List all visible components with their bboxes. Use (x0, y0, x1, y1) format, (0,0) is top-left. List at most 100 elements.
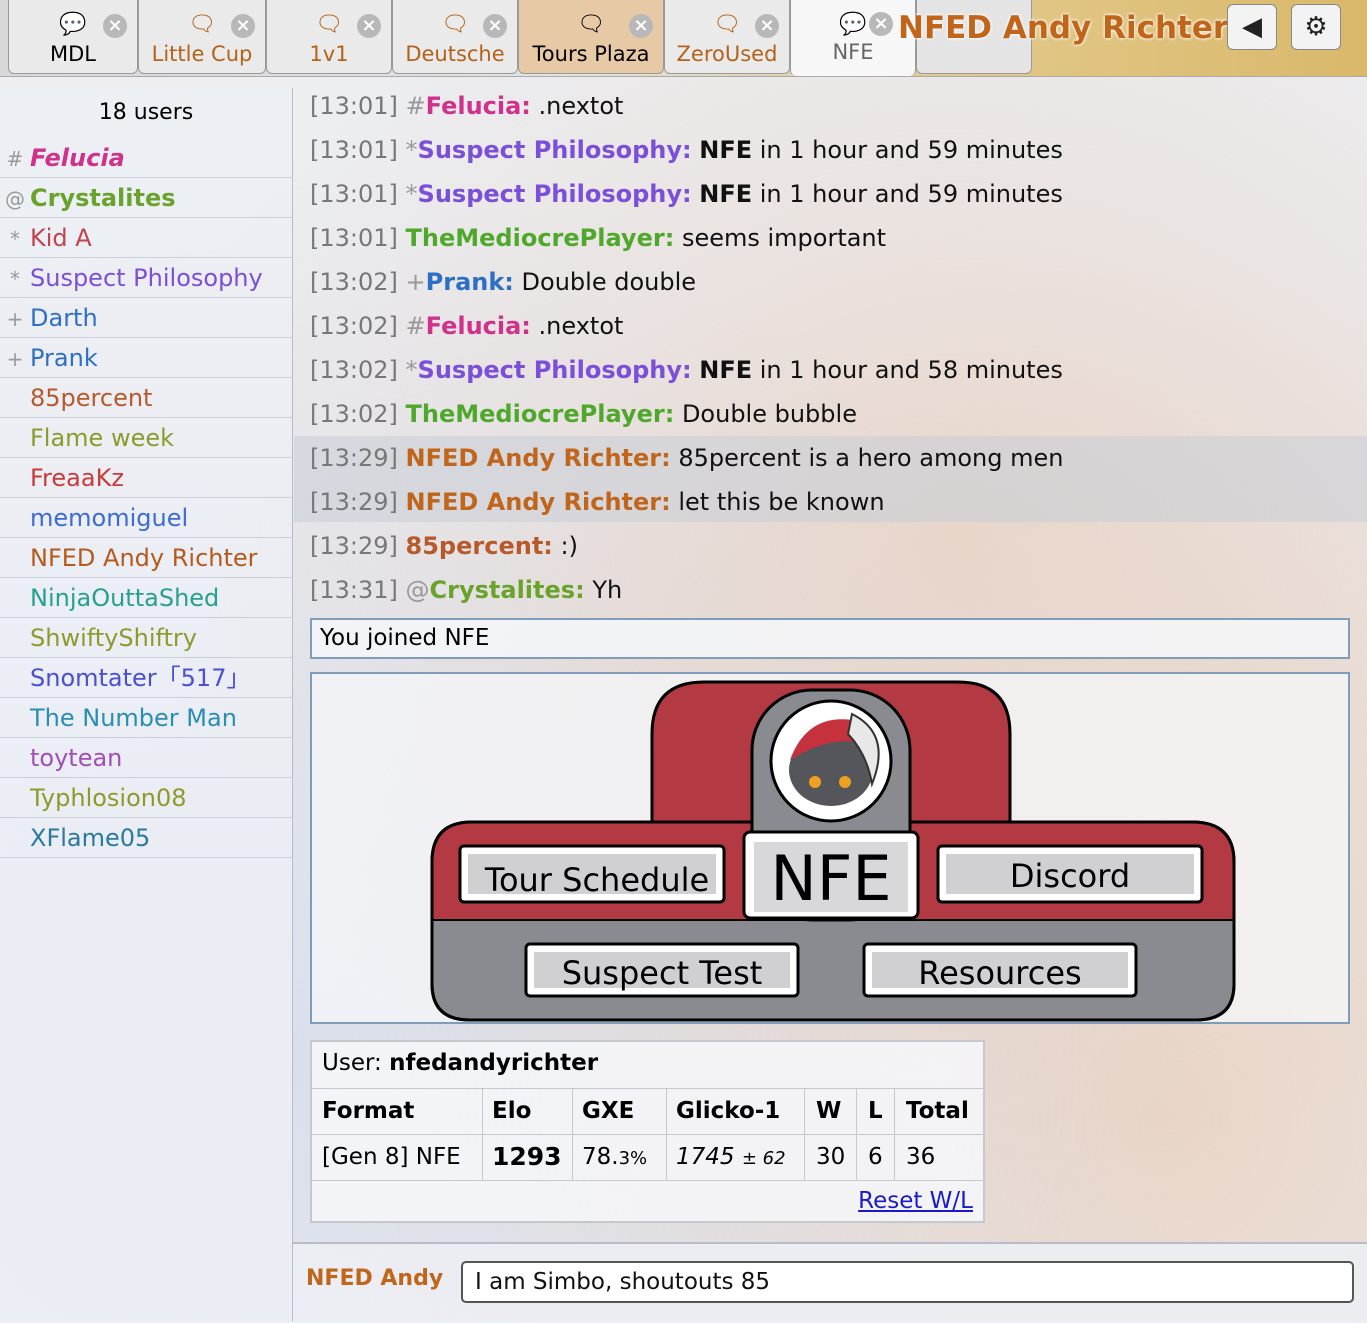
chat-message: [13:01] TheMediocrePlayer: seems importa… (310, 223, 886, 253)
tab-little-cup[interactable]: 🗨 Little Cup × (138, 0, 266, 74)
close-icon[interactable]: × (357, 14, 381, 38)
tab-mdl[interactable]: 💬 MDL × (8, 0, 138, 74)
tab-label: NFE (832, 40, 874, 64)
user-name[interactable]: Typhlosion08 (30, 784, 187, 812)
user-list-item[interactable]: + Darth (0, 298, 292, 338)
user-list-item[interactable]: Snomtater「517」 (0, 658, 292, 698)
cell-elo: 1293 (492, 1142, 562, 1171)
chat-input[interactable] (461, 1261, 1354, 1303)
user-name[interactable]: ShwiftyShiftry (30, 624, 197, 652)
message-author[interactable]: Suspect Philosophy: (418, 356, 692, 384)
chat-users-icon: 💬 (839, 12, 867, 37)
user-name[interactable]: 85percent (30, 384, 152, 412)
close-icon[interactable]: × (755, 14, 779, 38)
user-list-item[interactable]: * Kid A (0, 218, 292, 258)
close-icon[interactable]: × (629, 14, 653, 38)
message-author[interactable]: NFED Andy Richter: (406, 444, 671, 472)
col-elo: Elo (492, 1098, 532, 1124)
message-author[interactable]: Crystalites: (430, 576, 585, 604)
message-author[interactable]: 85percent: (406, 532, 553, 560)
chat-message: [13:29] 85percent: :) (310, 531, 578, 561)
gear-icon[interactable]: ⚙ (1291, 4, 1341, 50)
discord-button[interactable]: Discord (936, 844, 1204, 904)
tab-tours-plaza[interactable]: 🗨 Tours Plaza × (518, 0, 664, 74)
tab-deutsche[interactable]: 🗨 Deutsche × (392, 0, 518, 74)
close-icon[interactable]: × (231, 14, 255, 38)
user-name[interactable]: Darth (30, 304, 98, 332)
ladder-stats: User: nfedandyrichter Format Elo GXE Gli… (310, 1040, 985, 1223)
timestamp: [13:31] (310, 576, 398, 604)
col-gxe: GXE (582, 1098, 635, 1124)
user-list-item[interactable]: Flame week (0, 418, 292, 458)
user-list-item[interactable]: * Suspect Philosophy (0, 258, 292, 298)
tab-label: Little Cup (151, 42, 253, 66)
user-rank: @ (5, 187, 25, 211)
message-author[interactable]: Prank: (426, 268, 514, 296)
user-name[interactable]: FreaaKz (30, 464, 124, 492)
stats-username: nfedandyrichter (389, 1050, 599, 1076)
cell-format: [Gen 8] NFE (322, 1144, 461, 1170)
user-name[interactable]: memomiguel (30, 504, 188, 532)
user-name[interactable]: Suspect Philosophy (30, 264, 263, 292)
user-list-item[interactable]: @ Crystalites (0, 178, 292, 218)
suspect-test-button[interactable]: Suspect Test (524, 942, 800, 998)
message-format: NFE (699, 180, 753, 208)
tab-zeroused[interactable]: 🗨 ZeroUsed × (664, 0, 790, 74)
timestamp: [13:29] (310, 444, 398, 472)
user-rank: * (405, 180, 418, 208)
user-name[interactable]: toytean (30, 744, 122, 772)
message-author[interactable]: Suspect Philosophy: (418, 180, 692, 208)
user-name[interactable]: NFED Andy Richter (30, 544, 258, 572)
message-author[interactable]: TheMediocrePlayer: (406, 400, 675, 428)
col-total: Total (906, 1098, 969, 1124)
speaker-icon[interactable]: ◀ (1227, 4, 1277, 50)
user-list-item[interactable]: ShwiftyShiftry (0, 618, 292, 658)
user-list-item[interactable]: Typhlosion08 (0, 778, 292, 818)
close-icon[interactable]: × (869, 12, 893, 36)
input-username[interactable]: NFED Andy (306, 1266, 443, 1291)
user-count: 18 users (98, 100, 194, 125)
message-author[interactable]: Felucia: (426, 92, 531, 120)
user-name[interactable]: Prank (30, 344, 98, 372)
message-text: seems important (681, 224, 887, 252)
user-list-item[interactable]: 85percent (0, 378, 292, 418)
user-name[interactable]: Crystalites (30, 184, 176, 212)
user-name[interactable]: NinjaOuttaShed (30, 584, 219, 612)
user-list-item[interactable]: # Felucia (0, 138, 292, 178)
chat-message: [13:02] TheMediocrePlayer: Double bubble (310, 399, 857, 429)
close-icon[interactable]: × (103, 14, 127, 38)
user-list-item[interactable]: XFlame05 (0, 818, 292, 858)
tour-schedule-button[interactable]: Tour Schedule (458, 844, 726, 904)
user-list-item[interactable]: memomiguel (0, 498, 292, 538)
user-rank: + (6, 307, 24, 331)
user-name[interactable]: XFlame05 (30, 824, 150, 852)
message-author[interactable]: TheMediocrePlayer: (406, 224, 675, 252)
user-rank: # (6, 147, 24, 171)
user-list-item[interactable]: NinjaOuttaShed (0, 578, 292, 618)
user-name[interactable]: Felucia (30, 144, 125, 172)
user-list-item[interactable]: + Prank (0, 338, 292, 378)
user-name[interactable]: Flame week (30, 424, 174, 452)
reset-wl-link[interactable]: Reset W/L (858, 1188, 973, 1214)
chat-message: [13:31] @Crystalites: Yh (310, 575, 622, 605)
tab-1v1[interactable]: 🗨 1v1 × (266, 0, 392, 74)
user-name[interactable]: Snomtater「517」 (30, 664, 250, 692)
user-rank: * (405, 356, 418, 384)
message-author[interactable]: Suspect Philosophy: (418, 136, 692, 164)
user-list-item[interactable]: FreaaKz (0, 458, 292, 498)
message-author[interactable]: Felucia: (426, 312, 531, 340)
timestamp: [13:29] (310, 488, 398, 516)
message-author[interactable]: NFED Andy Richter: (406, 488, 671, 516)
stats-user-label: User: (322, 1050, 382, 1076)
resources-button[interactable]: Resources (862, 942, 1138, 998)
close-icon[interactable]: × (483, 14, 507, 38)
timestamp: [13:01] (310, 224, 398, 252)
timestamp: [13:02] (310, 356, 398, 384)
user-list-item[interactable]: The Number Man (0, 698, 292, 738)
user-name[interactable]: The Number Man (30, 704, 237, 732)
user-list-item[interactable]: toytean (0, 738, 292, 778)
user-list-item[interactable]: NFED Andy Richter (0, 538, 292, 578)
user-name[interactable]: Kid A (30, 224, 92, 252)
chat-message: [13:01] *Suspect Philosophy: NFE in 1 ho… (310, 179, 1063, 209)
header-username[interactable]: NFED Andy Richter (898, 10, 1228, 46)
